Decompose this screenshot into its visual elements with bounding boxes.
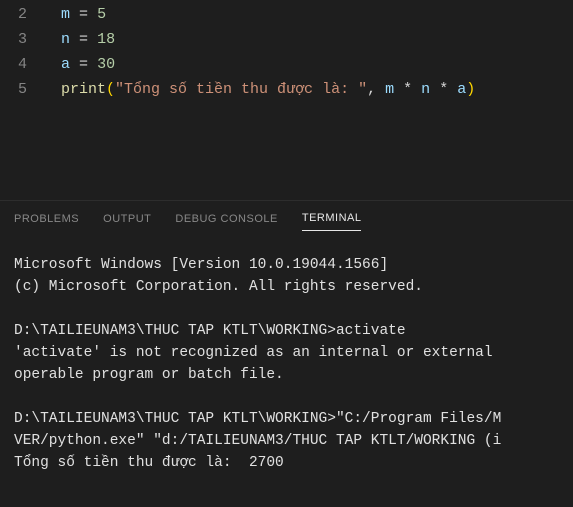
token-var: m — [385, 81, 394, 98]
terminal-view[interactable]: Microsoft Windows [Version 10.0.19044.15… — [0, 236, 573, 507]
terminal-blank-line — [14, 298, 559, 320]
line-number: 3 — [0, 27, 45, 52]
code-line[interactable]: 5print("Tổng số tiền thu được là: ", m *… — [0, 77, 573, 102]
code-line[interactable]: 2m = 5 — [0, 2, 573, 27]
token-op: = — [79, 6, 88, 23]
terminal-line: D:\TAILIEUNAM3\THUC TAP KTLT\WORKING>act… — [14, 320, 559, 342]
code-editor[interactable]: 2m = 53n = 184a = 305print("Tổng số tiền… — [0, 0, 573, 200]
token-num: 18 — [97, 31, 115, 48]
tab-debugconsole[interactable]: DEBUG CONSOLE — [175, 207, 277, 231]
line-content[interactable]: m = 5 — [45, 2, 106, 27]
panel-tab-bar: PROBLEMS OUTPUT DEBUG CONSOLE TERMINAL — [0, 201, 573, 236]
terminal-blank-line — [14, 386, 559, 408]
line-number: 2 — [0, 2, 45, 27]
code-line[interactable]: 4a = 30 — [0, 52, 573, 77]
token-num: 5 — [97, 6, 106, 23]
tab-output[interactable]: OUTPUT — [103, 207, 151, 231]
token-num: 30 — [97, 56, 115, 73]
token-var: a — [61, 56, 70, 73]
token-var: a — [457, 81, 466, 98]
terminal-line: operable program or batch file. — [14, 364, 559, 386]
token-var: m — [61, 6, 70, 23]
token-op: = — [79, 56, 88, 73]
token-paren: ) — [466, 81, 475, 98]
terminal-line: VER/python.exe" "d:/TAILIEUNAM3/THUC TAP… — [14, 430, 559, 452]
token-fn: print — [61, 81, 106, 98]
token-op: = — [79, 31, 88, 48]
line-content[interactable]: a = 30 — [45, 52, 115, 77]
code-line[interactable]: 3n = 18 — [0, 27, 573, 52]
terminal-line: D:\TAILIEUNAM3\THUC TAP KTLT\WORKING>"C:… — [14, 408, 559, 430]
token-var: n — [421, 81, 430, 98]
terminal-line: Microsoft Windows [Version 10.0.19044.15… — [14, 254, 559, 276]
line-content[interactable]: n = 18 — [45, 27, 115, 52]
token-paren: ( — [106, 81, 115, 98]
line-number: 5 — [0, 77, 45, 102]
terminal-line: 'activate' is not recognized as an inter… — [14, 342, 559, 364]
token-var: n — [61, 31, 70, 48]
tab-problems[interactable]: PROBLEMS — [14, 207, 79, 231]
line-content[interactable]: print("Tổng số tiền thu được là: ", m * … — [45, 77, 475, 102]
line-number: 4 — [0, 52, 45, 77]
token-op: * — [439, 81, 448, 98]
token-str: "Tổng số tiền thu được là: " — [115, 81, 367, 98]
token-op: * — [403, 81, 412, 98]
token-punct: , — [367, 81, 385, 98]
terminal-line: (c) Microsoft Corporation. All rights re… — [14, 276, 559, 298]
tab-terminal[interactable]: TERMINAL — [302, 206, 362, 231]
terminal-line: Tổng số tiền thu được là: 2700 — [14, 452, 559, 474]
